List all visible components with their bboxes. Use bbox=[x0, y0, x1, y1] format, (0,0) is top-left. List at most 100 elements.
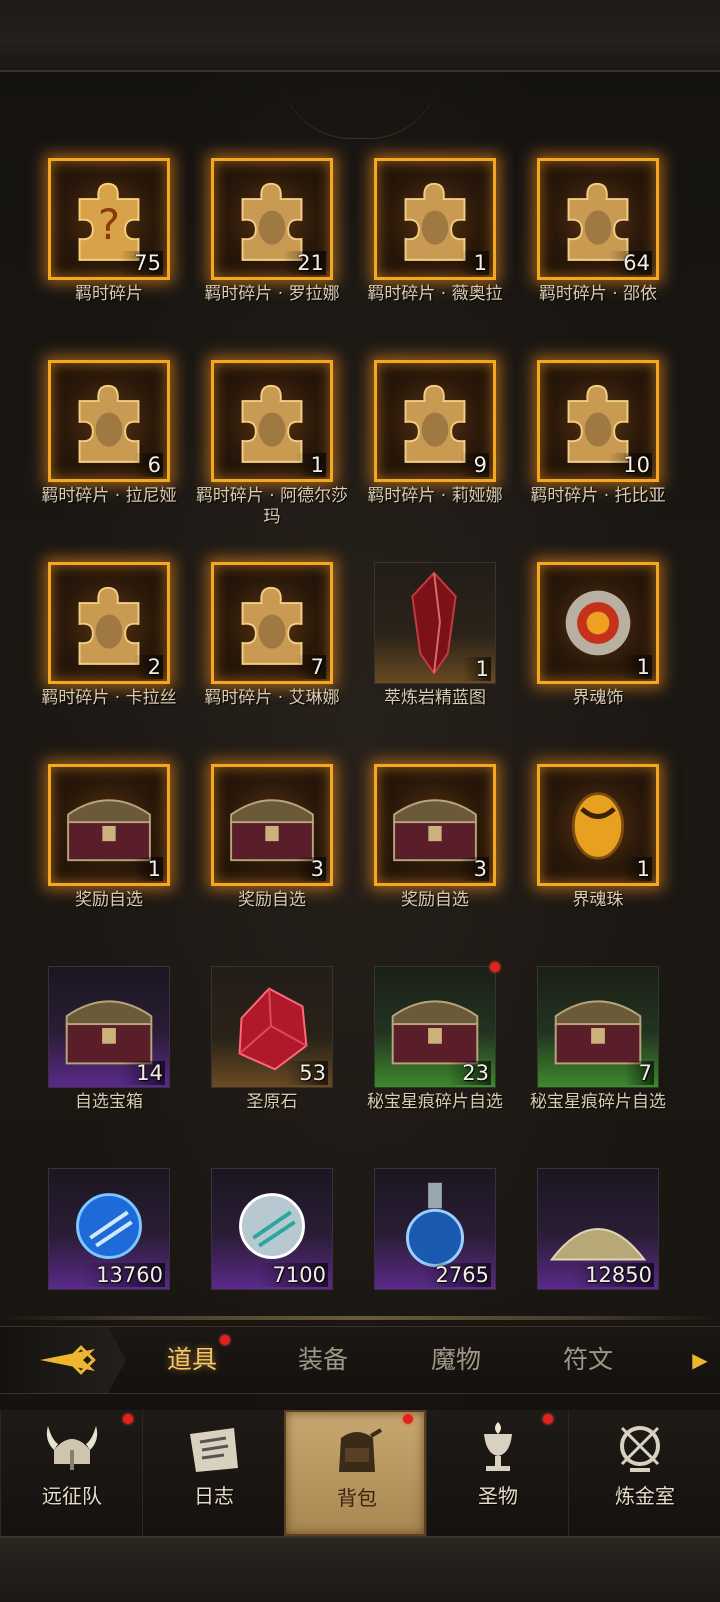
inventory-item[interactable]: ? 75 羁时碎片 bbox=[26, 158, 192, 343]
nav-label: 日志 bbox=[194, 1484, 234, 1508]
item-count: 14 bbox=[122, 1061, 165, 1085]
nav-alchemy[interactable]: 炼金室 bbox=[568, 1410, 720, 1536]
item-count: 21 bbox=[283, 251, 326, 275]
item-slot[interactable]: 7100 bbox=[211, 1168, 333, 1290]
item-count: 7 bbox=[624, 1061, 654, 1085]
item-slot[interactable]: 9 bbox=[374, 360, 496, 482]
item-label: 界魂饰 bbox=[572, 688, 624, 708]
inventory-item[interactable]: 1 界魂饰 bbox=[515, 562, 681, 747]
inventory-item[interactable]: 23 秘宝星痕碎片自选 bbox=[352, 962, 518, 1151]
tab-runes[interactable]: 符文 bbox=[528, 1327, 648, 1393]
nav-relics[interactable]: 圣物 bbox=[426, 1410, 568, 1536]
inventory-item[interactable]: 1 奖励自选 bbox=[26, 764, 192, 949]
item-count: 7100 bbox=[258, 1263, 328, 1287]
item-label: 羁时碎片 bbox=[75, 284, 143, 304]
nav-backpack[interactable]: 背包 bbox=[284, 1410, 426, 1536]
inventory-item[interactable]: 21 羁时碎片 · 罗拉娜 bbox=[189, 158, 355, 343]
next-tab-arrow-icon[interactable]: ▶ bbox=[688, 1347, 712, 1373]
item-label: 奖励自选 bbox=[238, 890, 306, 910]
item-slot[interactable]: 1 bbox=[537, 562, 659, 684]
item-slot[interactable]: 7 bbox=[537, 966, 659, 1088]
item-slot[interactable]: 2 bbox=[48, 562, 170, 684]
item-count: 10 bbox=[609, 453, 652, 477]
nav-expedition[interactable]: 远征队 bbox=[0, 1410, 142, 1536]
item-slot[interactable]: 64 bbox=[537, 158, 659, 280]
tab-monsters[interactable]: 魔物 bbox=[396, 1327, 516, 1393]
inventory-item[interactable]: 53 圣原石 bbox=[189, 966, 355, 1151]
nav-label: 炼金室 bbox=[615, 1484, 675, 1508]
inventory-grid: ? 75 羁时碎片 21 羁时碎片 · 罗拉娜 1 羁时碎片 · 薇奥拉 64 羁时碎片 · 邵… bbox=[0, 0, 720, 1330]
item-slot[interactable]: 10 bbox=[537, 360, 659, 482]
nav-relics-badge bbox=[543, 1414, 553, 1424]
item-count: 1 bbox=[459, 251, 489, 275]
item-label: 羁时碎片 · 托比亚 bbox=[530, 486, 666, 506]
inventory-item[interactable]: 14 自选宝箱 bbox=[26, 966, 192, 1151]
tab-items[interactable]: 道具 bbox=[132, 1327, 252, 1393]
item-slot[interactable]: 53 bbox=[211, 966, 333, 1088]
item-count: 12850 bbox=[571, 1263, 654, 1287]
item-slot[interactable]: 3 bbox=[211, 764, 333, 886]
item-slot[interactable]: 6 bbox=[48, 360, 170, 482]
item-label: 羁时碎片 · 罗拉娜 bbox=[204, 284, 340, 304]
item-label: 羁时碎片 · 薇奥拉 bbox=[367, 284, 503, 304]
item-slot[interactable]: 21 bbox=[211, 158, 333, 280]
backpack-icon bbox=[339, 1428, 383, 1472]
item-count: 2 bbox=[133, 655, 163, 679]
back-button[interactable] bbox=[0, 1327, 126, 1393]
item-label: 羁时碎片 · 邵依 bbox=[538, 284, 658, 304]
nav-label: 圣物 bbox=[478, 1484, 518, 1508]
inventory-item[interactable]: 6 羁时碎片 · 拉尼娅 bbox=[26, 360, 192, 545]
item-slot[interactable]: 7 bbox=[211, 562, 333, 684]
category-tab-bar: 道具 装备 魔物 符文 ▶ bbox=[0, 1326, 720, 1394]
item-count: 23 bbox=[448, 1061, 491, 1085]
nav-journal[interactable]: 日志 bbox=[142, 1410, 284, 1536]
nav-expedition-badge bbox=[123, 1414, 133, 1424]
inventory-item[interactable]: 1 羁时碎片 · 薇奥拉 bbox=[352, 158, 518, 343]
item-label: 奖励自选 bbox=[401, 890, 469, 910]
inventory-item[interactable]: 1 羁时碎片 · 阿德尔莎玛 bbox=[189, 360, 355, 545]
item-count: 6 bbox=[133, 453, 163, 477]
item-count: 75 bbox=[120, 251, 163, 275]
svg-text:?: ? bbox=[98, 200, 120, 249]
inventory-item[interactable]: 1 萃炼岩精蓝图 bbox=[352, 562, 518, 747]
item-count: 1 bbox=[461, 657, 491, 681]
item-slot[interactable]: 1 bbox=[374, 158, 496, 280]
scroll-icon bbox=[190, 1428, 238, 1472]
inventory-item[interactable]: 1 界魂珠 bbox=[515, 764, 681, 949]
inventory-item[interactable]: 64 羁时碎片 · 邵依 bbox=[515, 158, 681, 343]
item-slot[interactable]: 1 bbox=[374, 562, 496, 684]
item-label: 秘宝星痕碎片自选 bbox=[367, 1092, 503, 1112]
inventory-item[interactable]: 7 秘宝星痕碎片自选 bbox=[515, 966, 681, 1151]
item-count: 9 bbox=[459, 453, 489, 477]
item-slot[interactable]: 2765 bbox=[374, 1168, 496, 1290]
item-slot[interactable]: 14 bbox=[48, 966, 170, 1088]
inventory-item[interactable]: 7 羁时碎片 · 艾琳娜 bbox=[189, 562, 355, 747]
item-count: 2765 bbox=[421, 1263, 491, 1287]
item-slot[interactable]: 3 bbox=[374, 764, 496, 886]
nav-label: 远征队 bbox=[42, 1484, 102, 1508]
inventory-item[interactable]: 9 羁时碎片 · 莉娅娜 bbox=[352, 360, 518, 545]
item-label: 秘宝星痕碎片自选 bbox=[530, 1092, 666, 1112]
item-label: 羁时碎片 · 卡拉丝 bbox=[41, 688, 177, 708]
item-slot[interactable]: 1 bbox=[537, 764, 659, 886]
tab-equipment[interactable]: 装备 bbox=[263, 1327, 383, 1393]
inventory-item[interactable]: 3 奖励自选 bbox=[189, 764, 355, 949]
item-label: 圣原石 bbox=[246, 1092, 298, 1112]
item-slot[interactable]: ? 75 bbox=[48, 158, 170, 280]
inventory-item[interactable]: 10 羁时碎片 · 托比亚 bbox=[515, 360, 681, 545]
item-count: 3 bbox=[459, 857, 489, 881]
item-slot[interactable]: 12850 bbox=[537, 1168, 659, 1290]
item-count: 7 bbox=[296, 655, 326, 679]
item-slot[interactable]: 13760 bbox=[48, 1168, 170, 1290]
item-count: 1 bbox=[622, 857, 652, 881]
item-count: 1 bbox=[296, 453, 326, 477]
divider bbox=[0, 1316, 720, 1320]
item-slot[interactable]: 1 bbox=[211, 360, 333, 482]
item-badge bbox=[490, 962, 500, 972]
inventory-item[interactable]: 2 羁时碎片 · 卡拉丝 bbox=[26, 562, 192, 747]
item-slot[interactable]: 23 bbox=[374, 966, 496, 1088]
inventory-item[interactable]: 3 奖励自选 bbox=[352, 764, 518, 949]
item-label: 羁时碎片 · 拉尼娅 bbox=[41, 486, 177, 506]
item-label: 萃炼岩精蓝图 bbox=[384, 688, 486, 708]
item-slot[interactable]: 1 bbox=[48, 764, 170, 886]
